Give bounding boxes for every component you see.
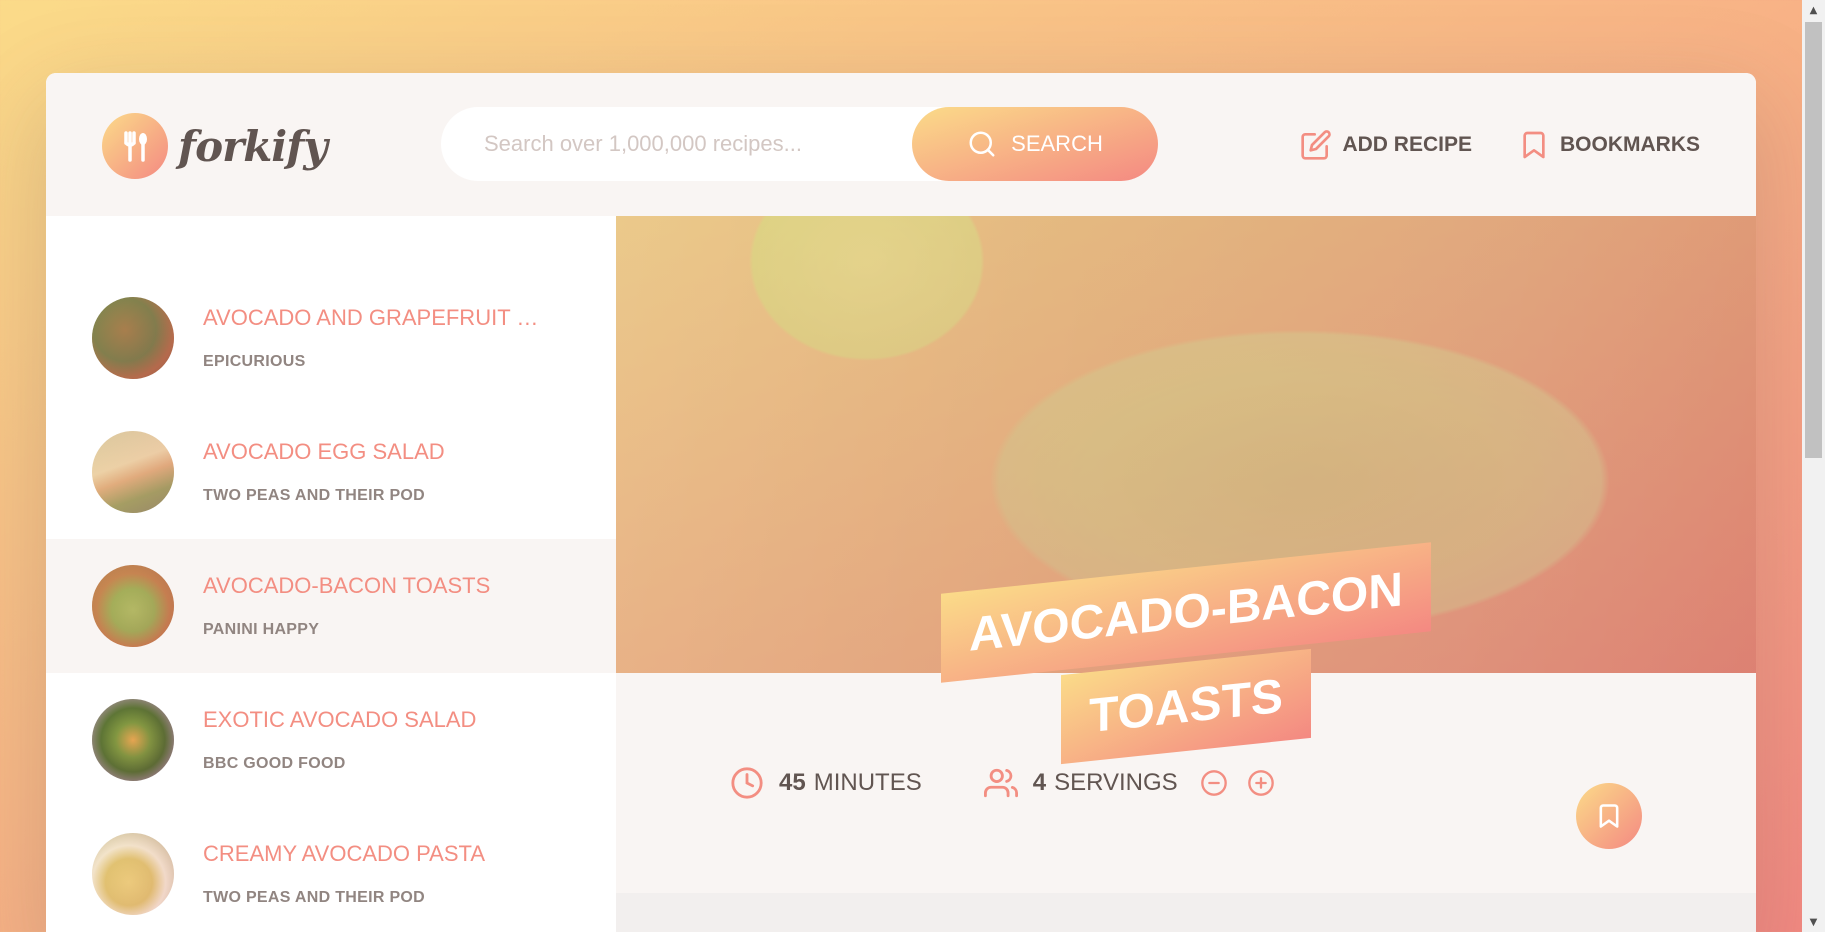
scroll-thumb[interactable] xyxy=(1805,22,1822,458)
result-thumbnail xyxy=(92,833,174,915)
result-thumbnail xyxy=(92,699,174,781)
result-publisher: EPICURIOUS xyxy=(203,353,306,370)
scroll-up-icon[interactable]: ▲ xyxy=(1802,0,1825,20)
result-title: AVOCADO EGG SALAD xyxy=(203,439,445,464)
clock-icon xyxy=(731,767,763,799)
recipe-view: AVOCADO-BACON TOASTS 45 MINUTES 4 SERVIN… xyxy=(616,216,1756,932)
app-container: forkify SEARCH ADD RECIPE BOOKMARKS AVO xyxy=(46,73,1756,932)
bookmark-recipe-button[interactable] xyxy=(1576,783,1642,849)
edit-icon xyxy=(1301,130,1332,160)
cooking-time: 45 MINUTES xyxy=(730,766,922,800)
result-thumbnail xyxy=(92,297,174,379)
minus-circle-icon xyxy=(1200,770,1227,796)
result-title: EXOTIC AVOCADO SALAD xyxy=(203,707,477,732)
search-results: AVOCADO AND GRAPEFRUIT SAL... EPICURIOUS… xyxy=(46,216,616,932)
increase-servings-button[interactable] xyxy=(1247,769,1290,797)
result-title: CREAMY AVOCADO PASTA xyxy=(203,841,485,866)
result-publisher: BBC GOOD FOOD xyxy=(203,755,346,772)
bookmark-icon xyxy=(1523,131,1545,159)
servings-label: SERVINGS xyxy=(1054,769,1178,796)
search-button[interactable]: SEARCH xyxy=(912,107,1158,181)
bookmarks-label: BOOKMARKS xyxy=(1560,133,1700,156)
result-publisher: PANINI HAPPY xyxy=(203,621,320,638)
result-item[interactable]: CREAMY AVOCADO PASTA TWO PEAS AND THEIR … xyxy=(46,807,616,932)
result-thumbnail xyxy=(92,565,174,647)
ingredients-section xyxy=(616,893,1756,932)
servings-value: 4 xyxy=(1032,769,1047,796)
search-icon xyxy=(969,131,995,157)
result-item[interactable]: EXOTIC AVOCADO SALAD BBC GOOD FOOD xyxy=(46,673,616,807)
decrease-servings-button[interactable] xyxy=(1200,769,1243,797)
header: forkify SEARCH ADD RECIPE BOOKMARKS xyxy=(46,73,1756,216)
bookmarks-button[interactable]: BOOKMARKS xyxy=(1518,125,1700,165)
search-form: SEARCH xyxy=(441,107,1158,181)
add-recipe-button[interactable]: ADD RECIPE xyxy=(1300,125,1472,165)
result-title: AVOCADO AND GRAPEFRUIT SAL... xyxy=(203,305,553,330)
result-item-active[interactable]: AVOCADO-BACON TOASTS PANINI HAPPY xyxy=(46,539,616,673)
scroll-down-icon[interactable]: ▼ xyxy=(1802,912,1825,932)
servings: 4 SERVINGS xyxy=(983,766,1294,800)
search-button-label: SEARCH xyxy=(1011,131,1103,156)
result-title: AVOCADO-BACON TOASTS xyxy=(203,573,491,598)
logo-text: forkify xyxy=(178,121,328,171)
page-scrollbar[interactable]: ▲ ▼ xyxy=(1802,0,1825,932)
fork-spoon-icon xyxy=(102,113,168,179)
result-item[interactable]: AVOCADO AND GRAPEFRUIT SAL... EPICURIOUS xyxy=(46,271,616,405)
minutes-value: 45 xyxy=(779,769,806,796)
top-nav: ADD RECIPE BOOKMARKS xyxy=(1254,125,1700,165)
result-publisher: TWO PEAS AND THEIR POD xyxy=(203,487,426,504)
search-input[interactable] xyxy=(484,131,954,157)
add-recipe-label: ADD RECIPE xyxy=(1342,133,1472,156)
plus-circle-icon xyxy=(1247,770,1274,796)
logo[interactable]: forkify xyxy=(102,113,328,179)
result-publisher: TWO PEAS AND THEIR POD xyxy=(203,889,426,906)
result-thumbnail xyxy=(92,431,174,513)
bookmark-icon xyxy=(1599,804,1619,828)
result-item[interactable]: AVOCADO EGG SALAD TWO PEAS AND THEIR POD xyxy=(46,405,616,539)
